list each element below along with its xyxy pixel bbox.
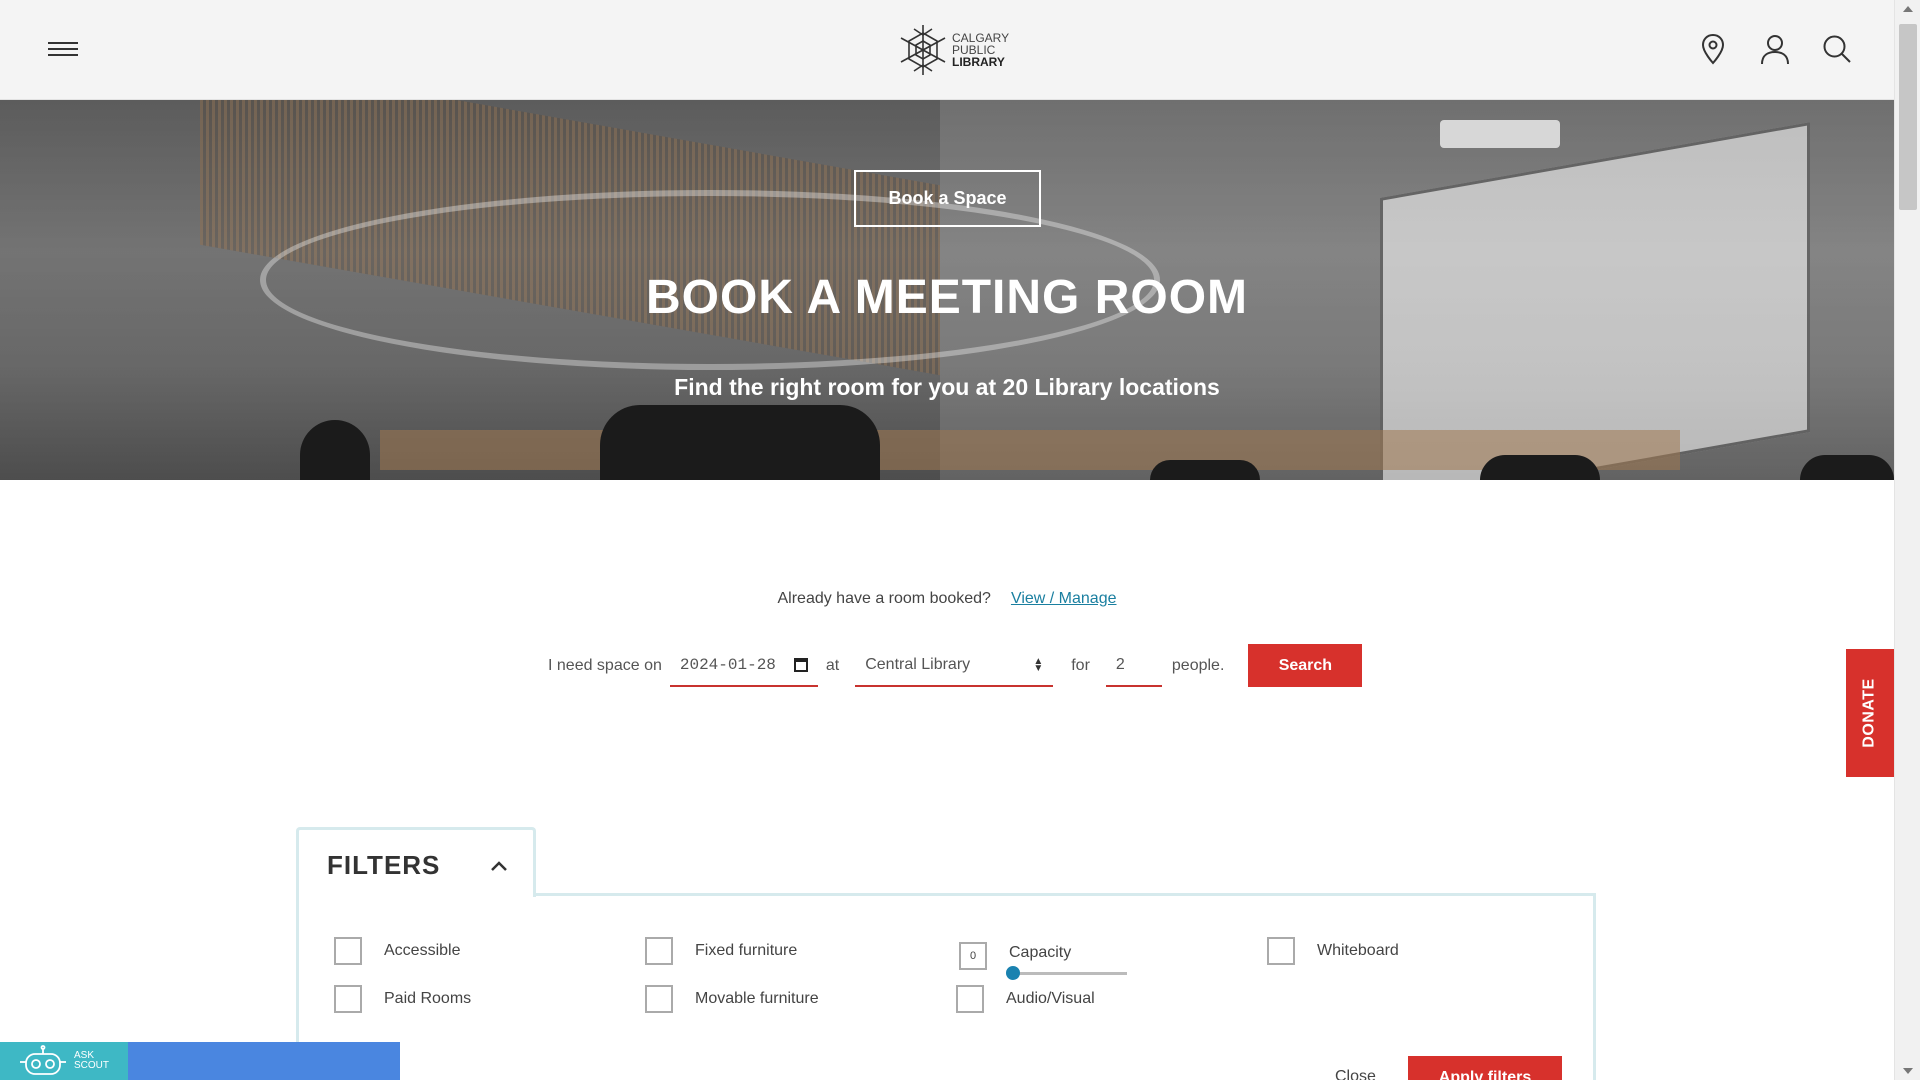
ask-scout-line-2: SCOUT	[74, 1060, 109, 1071]
accessible-checkbox[interactable]	[334, 937, 362, 965]
already-booked-text: Already have a room booked?	[777, 590, 991, 607]
filter-whiteboard[interactable]: Whiteboard	[1267, 937, 1399, 965]
book-a-space-button[interactable]: Book a Space	[854, 170, 1041, 227]
space-on-label: I need space on	[548, 656, 662, 674]
movable-furniture-label: Movable furniture	[695, 990, 819, 1007]
search-icon[interactable]	[1820, 30, 1854, 68]
filter-fixed-furniture[interactable]: Fixed furniture	[645, 937, 797, 965]
people-count-value: 2	[1115, 655, 1125, 673]
whiteboard-label: Whiteboard	[1317, 942, 1399, 959]
paid-rooms-checkbox[interactable]	[334, 985, 362, 1013]
audio-visual-label: Audio/Visual	[1006, 990, 1095, 1007]
audio-visual-checkbox[interactable]	[956, 985, 984, 1013]
location-pin-icon[interactable]	[1696, 30, 1730, 68]
ask-scout-widget[interactable]: ASK SCOUT	[0, 1042, 400, 1080]
donate-button[interactable]: DONATE	[1846, 649, 1894, 777]
donate-label: DONATE	[1861, 678, 1878, 748]
fixed-furniture-label: Fixed furniture	[695, 942, 798, 959]
menu-icon[interactable]	[46, 38, 80, 62]
location-select[interactable]: Central Library ▲ ▼	[855, 644, 1054, 687]
capacity-slider-handle[interactable]	[1006, 966, 1020, 980]
fixed-furniture-checkbox[interactable]	[645, 937, 673, 965]
user-icon[interactable]	[1758, 30, 1792, 68]
close-filters-link[interactable]: Close	[1335, 1068, 1376, 1080]
library-logo[interactable]: CALGARY PUBLIC LIBRARY	[896, 20, 1016, 80]
hero-banner: Book a Space BOOK A MEETING ROOM Find th…	[0, 100, 1894, 480]
for-label: for	[1071, 656, 1090, 674]
at-label: at	[825, 656, 840, 674]
select-arrows-icon: ▲ ▼	[1033, 655, 1044, 674]
view-manage-link[interactable]: View / Manage	[1011, 590, 1117, 607]
people-label: people.	[1171, 656, 1225, 674]
logo-line-3: LIBRARY	[952, 55, 1005, 69]
filter-audio-visual[interactable]: Audio/Visual	[956, 985, 1095, 1013]
site-header: CALGARY PUBLIC LIBRARY	[0, 0, 1894, 100]
filter-movable-furniture[interactable]: Movable furniture	[645, 985, 819, 1013]
paid-rooms-label: Paid Rooms	[384, 990, 472, 1007]
people-count-input[interactable]: 2	[1105, 644, 1162, 687]
location-value: Central Library	[865, 655, 971, 673]
scroll-up-arrow-icon[interactable]	[1903, 6, 1913, 12]
already-booked-row: Already have a room booked? View / Manage	[0, 590, 1894, 608]
search-button[interactable]: Search	[1248, 644, 1363, 687]
date-input[interactable]: 2024-01-28	[669, 644, 818, 687]
filters-panel: Accessible Paid Rooms Fixed furniture Mo…	[296, 893, 1596, 1080]
date-value: 2024-01-28	[679, 655, 776, 674]
page-title: BOOK A MEETING ROOM	[645, 271, 1249, 324]
scroll-down-arrow-icon[interactable]	[1903, 1068, 1913, 1074]
accessible-label: Accessible	[384, 942, 461, 959]
chat-bar[interactable]	[128, 1042, 400, 1080]
library-logo-text: CALGARY PUBLIC LIBRARY	[952, 32, 1009, 68]
page-scrollbar[interactable]	[1894, 0, 1920, 1080]
capacity-value-box: 0	[959, 942, 987, 970]
capacity-label: Capacity	[1009, 944, 1072, 961]
capacity-slider[interactable]	[1006, 966, 1127, 980]
scrollbar-thumb[interactable]	[1899, 24, 1917, 210]
header-icons	[1696, 30, 1854, 68]
calendar-icon[interactable]	[793, 657, 808, 672]
whiteboard-checkbox[interactable]	[1267, 937, 1295, 965]
robot-icon	[20, 1045, 66, 1075]
library-logo-mark	[900, 25, 946, 75]
ask-scout-button[interactable]: ASK SCOUT	[0, 1042, 128, 1080]
booking-search-bar: I need space on 2024-01-28 at Central Li…	[548, 644, 1363, 687]
hero-content: Book a Space BOOK A MEETING ROOM Find th…	[0, 100, 1894, 480]
filters-title: FILTERS	[327, 850, 441, 880]
chevron-up-icon[interactable]	[487, 854, 511, 878]
filter-paid-rooms[interactable]: Paid Rooms	[334, 985, 471, 1013]
hero-subtitle: Find the right room for you at 20 Librar…	[674, 374, 1220, 400]
ask-scout-text: ASK SCOUT	[74, 1051, 109, 1071]
filters-tab[interactable]: FILTERS	[296, 827, 536, 897]
filter-accessible[interactable]: Accessible	[334, 937, 460, 965]
movable-furniture-checkbox[interactable]	[645, 985, 673, 1013]
page: CALGARY PUBLIC LIBRARY Book a Space BOOK…	[0, 0, 1920, 1080]
apply-filters-button[interactable]: Apply filters	[1408, 1056, 1562, 1080]
